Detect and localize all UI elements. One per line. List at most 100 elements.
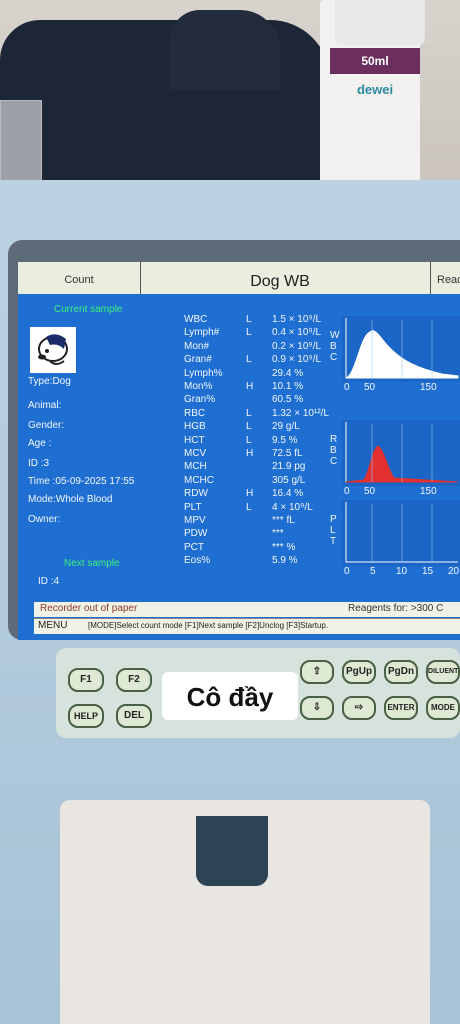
dark-cloth-fold	[170, 10, 280, 90]
patient-field: Time :05-09-2025 17:55	[28, 476, 135, 487]
histogram-tick: 50	[364, 382, 376, 393]
histogram-tick: 50	[364, 486, 376, 497]
parameter-value: 4 × 10⁹/L	[272, 501, 313, 513]
parameter-value: 0.9 × 10⁹/L	[272, 354, 322, 366]
dog-avatar	[30, 327, 76, 373]
next-sample-id: ID :4	[38, 576, 60, 587]
parameter-flag: L	[246, 407, 252, 419]
patient-field: Type:Dog	[28, 376, 71, 387]
next-sample-label: Next sample	[64, 558, 120, 569]
help-key[interactable]: HELP	[68, 704, 104, 728]
right-arrow-key[interactable]: ⇨	[342, 696, 376, 720]
bottle-cap	[335, 0, 425, 45]
diluent-key[interactable]: DILUENT	[426, 660, 460, 684]
parameter-value: 5.9 %	[272, 555, 298, 567]
parameter-name: MCHC	[184, 474, 214, 486]
histogram-tick: 5	[370, 566, 376, 577]
parameter-name: Mon#	[184, 340, 210, 352]
patient-field: Age :	[28, 438, 52, 449]
parameter-name: Eos%	[184, 555, 211, 567]
status-left: Recorder out of paper	[40, 603, 138, 614]
parameter-name: PCT	[184, 541, 204, 553]
analyzer-screen: Count Dog WB Read Current sample Type:Do…	[18, 262, 460, 640]
plastic-cup	[0, 100, 42, 182]
parameter-value: 72.5 fL	[272, 448, 303, 459]
parameter-flag: L	[246, 327, 252, 339]
parameter-flag: L	[246, 434, 252, 446]
patient-field: Gender:	[28, 420, 65, 431]
parameter-value: 1.5 × 10⁹/L	[272, 314, 322, 325]
parameter-value: 16.4 %	[272, 488, 304, 500]
menu-label[interactable]: MENU	[38, 620, 67, 631]
parameter-flag: L	[246, 354, 252, 366]
pgup-key[interactable]: PgUp	[342, 660, 376, 684]
histogram-tick: 15	[422, 566, 434, 577]
parameter-value: 29 g/L	[272, 421, 300, 433]
histogram-label: WBC	[330, 330, 340, 363]
status-right: Reagents for: >300 C	[348, 603, 444, 614]
del-key[interactable]: DEL	[116, 704, 152, 728]
up-arrow-key[interactable]: ⇧	[300, 660, 334, 684]
histogram-label: RBC	[330, 434, 338, 467]
parameter-name: RBC	[184, 407, 206, 419]
pgdn-key[interactable]: PgDn	[384, 660, 418, 684]
histogram-tick: 10	[396, 566, 408, 577]
histogram-tick: 0	[344, 486, 350, 497]
down-arrow-key[interactable]: ⇩	[300, 696, 334, 720]
patient-field: Owner:	[28, 514, 61, 525]
histogram-tick: 0	[344, 566, 350, 577]
parameter-flag: L	[246, 501, 252, 513]
patient-field: ID :3	[28, 458, 50, 469]
parameter-value: 0.2 × 10⁹/L	[272, 340, 322, 352]
screen-header: Count Dog WB Read	[18, 262, 460, 294]
parameter-name: Mon%	[184, 381, 213, 392]
histogram-tick: 150	[420, 382, 437, 393]
bottle-volume: 50ml	[330, 48, 420, 74]
bottle-brand: dewei	[356, 82, 394, 97]
caption-overlay: Cô đầy	[162, 672, 298, 720]
parameter-value: 10.1 %	[272, 381, 304, 392]
parameter-value: ***	[272, 528, 284, 540]
parameter-name: MPV	[184, 515, 206, 526]
tab-count[interactable]: Count	[18, 262, 141, 294]
parameter-name: HCT	[184, 434, 205, 446]
histogram-0: WBC 0 50 150	[330, 316, 460, 393]
parameter-name: MCV	[184, 448, 207, 459]
f1-key[interactable]: F1	[68, 668, 104, 692]
menu-hint: [MODE]Select count mode [F1]Next sample …	[88, 621, 329, 630]
menu-bar: MENU [MODE]Select count mode [F1]Next sa…	[34, 618, 460, 634]
parameter-flag: L	[246, 421, 252, 433]
parameter-value: *** fL	[272, 515, 295, 526]
parameter-name: Lymph#	[184, 327, 220, 339]
tab-read[interactable]: Read	[430, 262, 460, 294]
patient-field: Mode:Whole Blood	[28, 494, 113, 505]
histogram-label: PLT	[330, 514, 337, 547]
parameter-name: PLT	[184, 501, 202, 513]
parameter-name: Gran%	[184, 394, 216, 406]
parameter-flag: L	[246, 314, 252, 325]
current-sample-label: Current sample	[54, 304, 123, 315]
parameter-flag: H	[246, 488, 254, 500]
count-mode-title: Dog WB	[250, 273, 310, 290]
dark-cloth	[0, 20, 330, 190]
histogram-1: RBC 0 50 150	[330, 420, 460, 497]
parameter-value: 0.4 × 10⁹/L	[272, 327, 322, 339]
parameter-name: RDW	[184, 488, 208, 500]
parameter-value: 60.5 %	[272, 394, 304, 406]
enter-key[interactable]: ENTER	[384, 696, 418, 720]
parameter-name: MCH	[184, 461, 207, 473]
mode-key[interactable]: MODE	[426, 696, 460, 720]
parameter-value: 21.9 pg	[272, 461, 306, 473]
histogram-tick: 20	[448, 566, 460, 577]
parameter-name: WBC	[184, 314, 208, 325]
parameter-name: HGB	[184, 421, 206, 433]
status-bar: Recorder out of paper Reagents for: >300…	[34, 602, 460, 617]
sample-probe	[196, 816, 268, 886]
f2-key[interactable]: F2	[116, 668, 152, 692]
histogram-2: PLT 0 5 10 15 20	[330, 500, 460, 577]
parameter-value: 305 g/L	[272, 474, 306, 486]
parameter-value: *** %	[272, 541, 296, 553]
parameter-value: 1.32 × 10¹²/L	[272, 407, 329, 419]
parameter-name: PDW	[184, 528, 208, 540]
parameter-value: 29.4 %	[272, 367, 304, 379]
